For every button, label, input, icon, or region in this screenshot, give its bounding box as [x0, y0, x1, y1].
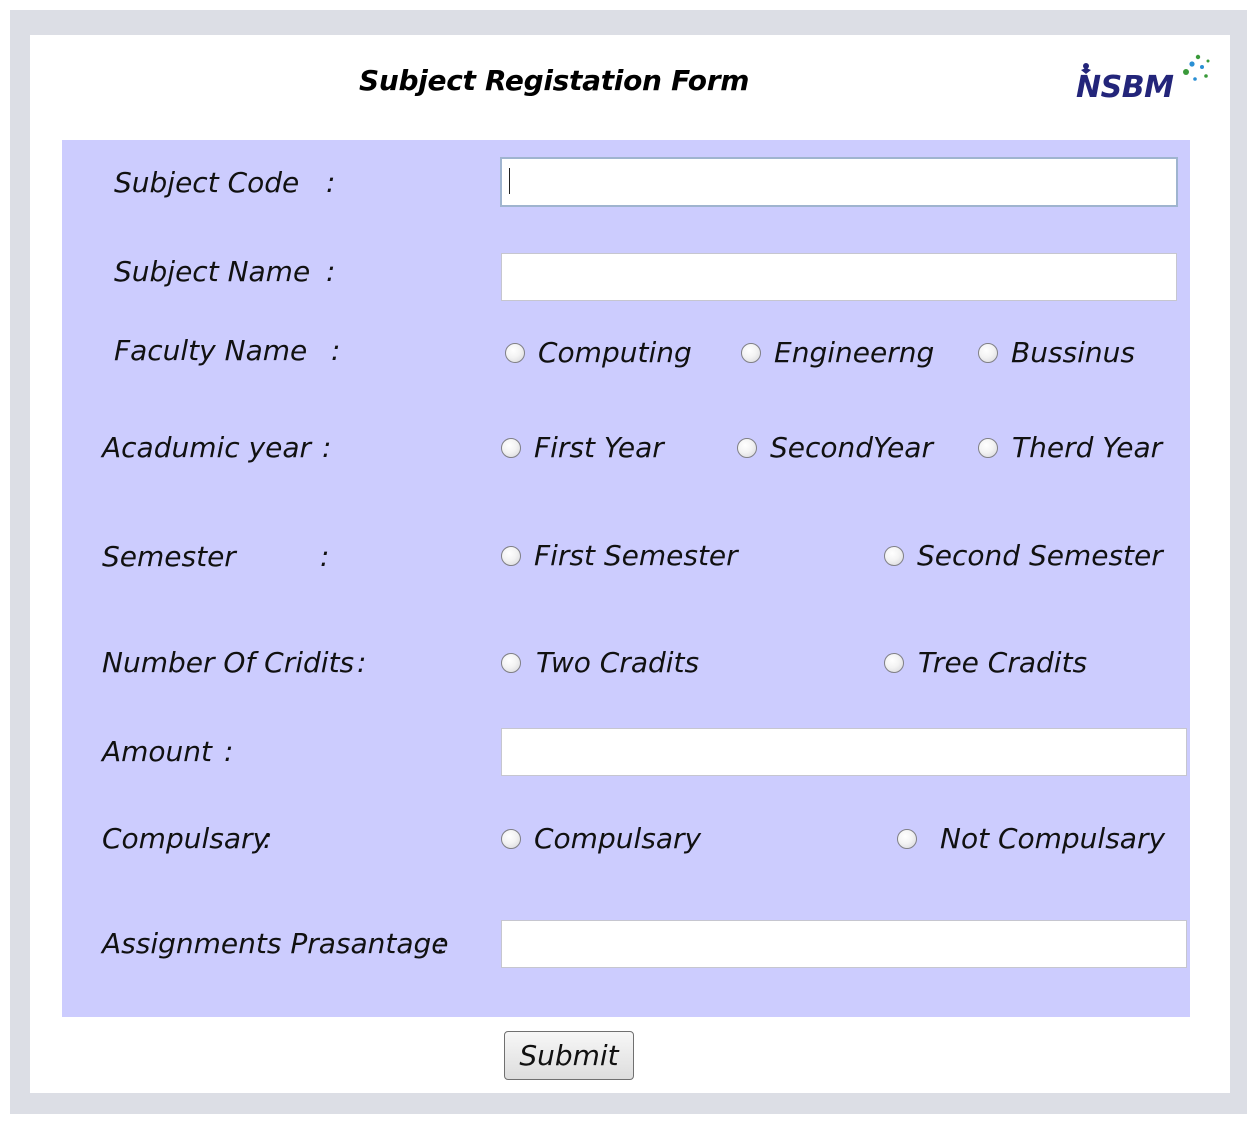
compulsary-no-label: Not Compulsary — [940, 822, 1166, 855]
semester-second-radio[interactable] — [884, 546, 904, 566]
semester-first-label: First Semester — [534, 539, 738, 572]
subject-name-input[interactable] — [501, 253, 1177, 301]
subject-code-label: Subject Code — [114, 166, 300, 199]
credits-two-radio[interactable] — [501, 653, 521, 673]
compulsary-colon: : — [263, 822, 273, 855]
nsbm-logo: NSBM — [1074, 48, 1214, 108]
year-first-label: First Year — [534, 431, 664, 464]
credits-label: Number Of Cridits — [102, 646, 355, 679]
year-second-label: SecondYear — [770, 431, 933, 464]
submit-button[interactable]: Submit — [504, 1031, 634, 1080]
credits-colon: : — [357, 646, 367, 679]
amount-colon: : — [224, 735, 234, 768]
subject-name-label: Subject Name — [114, 255, 311, 288]
year-second-radio[interactable] — [737, 438, 757, 458]
year-third-label: Therd Year — [1012, 431, 1163, 464]
logo-text: NSBM — [1076, 70, 1174, 105]
subject-name-colon: : — [326, 255, 336, 288]
semester-second-label: Second Semester — [917, 539, 1163, 572]
compulsary-label: Compulsary — [102, 822, 270, 855]
text-caret — [509, 168, 510, 194]
compulsary-no-radio[interactable] — [897, 829, 917, 849]
academic-year-colon: : — [322, 431, 332, 464]
subject-code-input[interactable] — [500, 157, 1178, 207]
faculty-engineering-radio[interactable] — [741, 343, 761, 363]
faculty-business-label: Bussinus — [1011, 336, 1135, 369]
faculty-business-radio[interactable] — [978, 343, 998, 363]
faculty-engineering-label: Engineerng — [774, 336, 935, 369]
faculty-name-label: Faculty Name — [114, 334, 308, 367]
credits-two-label: Two Cradits — [536, 646, 700, 679]
semester-label: Semester — [102, 540, 236, 573]
subject-code-colon: : — [326, 166, 336, 199]
semester-first-radio[interactable] — [501, 546, 521, 566]
year-first-radio[interactable] — [501, 438, 521, 458]
academic-year-label: Acadumic year — [102, 431, 312, 464]
amount-input[interactable] — [501, 728, 1187, 776]
faculty-computing-label: Computing — [538, 336, 692, 369]
faculty-name-colon: : — [331, 334, 341, 367]
compulsary-yes-radio[interactable] — [501, 829, 521, 849]
assignments-colon: : — [437, 927, 447, 960]
compulsary-yes-label: Compulsary — [534, 822, 702, 855]
form-title: Subject Registation Form — [359, 64, 750, 97]
semester-colon: : — [320, 540, 330, 573]
year-third-radio[interactable] — [978, 438, 998, 458]
amount-label: Amount — [102, 735, 213, 768]
assignments-input[interactable] — [501, 920, 1187, 968]
credits-three-radio[interactable] — [884, 653, 904, 673]
faculty-computing-radio[interactable] — [505, 343, 525, 363]
credits-three-label: Tree Cradits — [918, 646, 1088, 679]
assignments-label: Assignments Prasantage — [102, 927, 449, 960]
